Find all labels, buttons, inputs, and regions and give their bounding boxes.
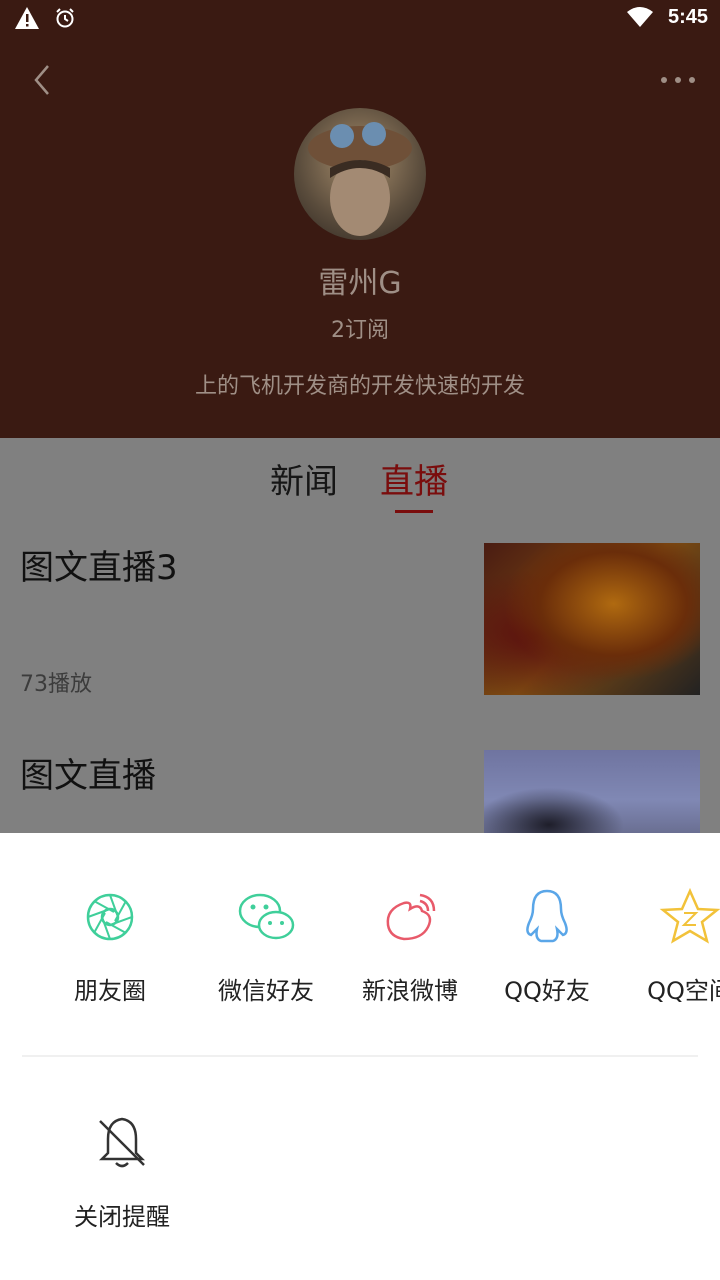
wechat-icon bbox=[238, 893, 295, 940]
profile-header: 5:45 雷州G 2订阅 上的飞机开发商的开发快速的开发 bbox=[0, 0, 720, 438]
avatar[interactable] bbox=[294, 108, 426, 240]
profile-name: 雷州G bbox=[318, 266, 402, 301]
share-label: QQ空间 bbox=[647, 977, 720, 1005]
list-item-thumbnail bbox=[484, 750, 700, 833]
tab-active-indicator bbox=[395, 510, 433, 513]
list-item-plays: 73播放 bbox=[20, 672, 92, 697]
alarm-icon bbox=[54, 7, 76, 29]
back-button[interactable] bbox=[20, 58, 64, 102]
screen: 5:45 雷州G 2订阅 上的飞机开发商的开发快速的开发 新闻 直播 图文直播3… bbox=[0, 0, 720, 1280]
share-label: 关闭提醒 bbox=[74, 1203, 170, 1231]
status-bar: 5:45 bbox=[0, 0, 720, 36]
more-button[interactable] bbox=[658, 60, 698, 100]
mute-notifications-button[interactable]: 关闭提醒 bbox=[47, 1111, 197, 1232]
subscriber-count: 2订阅 bbox=[331, 318, 389, 343]
share-label: 微信好友 bbox=[218, 977, 314, 1005]
status-time: 5:45 bbox=[667, 6, 708, 28]
share-sheet: 朋友圈 微信好友 新浪微博 QQ好友 QQ空 关闭提醒 bbox=[0, 833, 720, 1280]
qq-icon bbox=[526, 889, 568, 943]
content-area: 新闻 直播 图文直播3 73播放 图文直播 bbox=[0, 438, 720, 833]
qzone-icon bbox=[659, 887, 720, 944]
share-qq[interactable]: QQ好友 bbox=[472, 885, 622, 1006]
more-dots-icon bbox=[661, 77, 695, 83]
wifi-icon bbox=[626, 6, 654, 28]
share-label: 朋友圈 bbox=[74, 977, 146, 1005]
chevron-left-icon bbox=[34, 65, 49, 95]
profile-description: 上的飞机开发商的开发快速的开发 bbox=[194, 374, 525, 399]
share-weibo[interactable]: 新浪微博 bbox=[335, 885, 485, 1006]
tab-news[interactable]: 新闻 bbox=[270, 454, 338, 503]
share-label: QQ好友 bbox=[504, 977, 590, 1005]
share-moments[interactable]: 朋友圈 bbox=[35, 885, 185, 1006]
share-qzone[interactable]: QQ空间 bbox=[615, 885, 720, 1006]
weibo-icon bbox=[386, 893, 436, 941]
list-item-thumbnail bbox=[484, 543, 700, 695]
moments-icon bbox=[86, 893, 134, 941]
list-item-title: 图文直播 bbox=[20, 756, 156, 796]
list-item-title: 图文直播3 bbox=[20, 548, 178, 588]
bell-off-icon bbox=[98, 1117, 146, 1168]
tab-bar: 新闻 直播 bbox=[0, 438, 720, 518]
share-wechat[interactable]: 微信好友 bbox=[191, 885, 341, 1006]
warning-icon bbox=[14, 6, 40, 30]
tab-live[interactable]: 直播 bbox=[380, 454, 448, 503]
share-label: 新浪微博 bbox=[362, 977, 458, 1005]
divider bbox=[22, 1055, 698, 1057]
